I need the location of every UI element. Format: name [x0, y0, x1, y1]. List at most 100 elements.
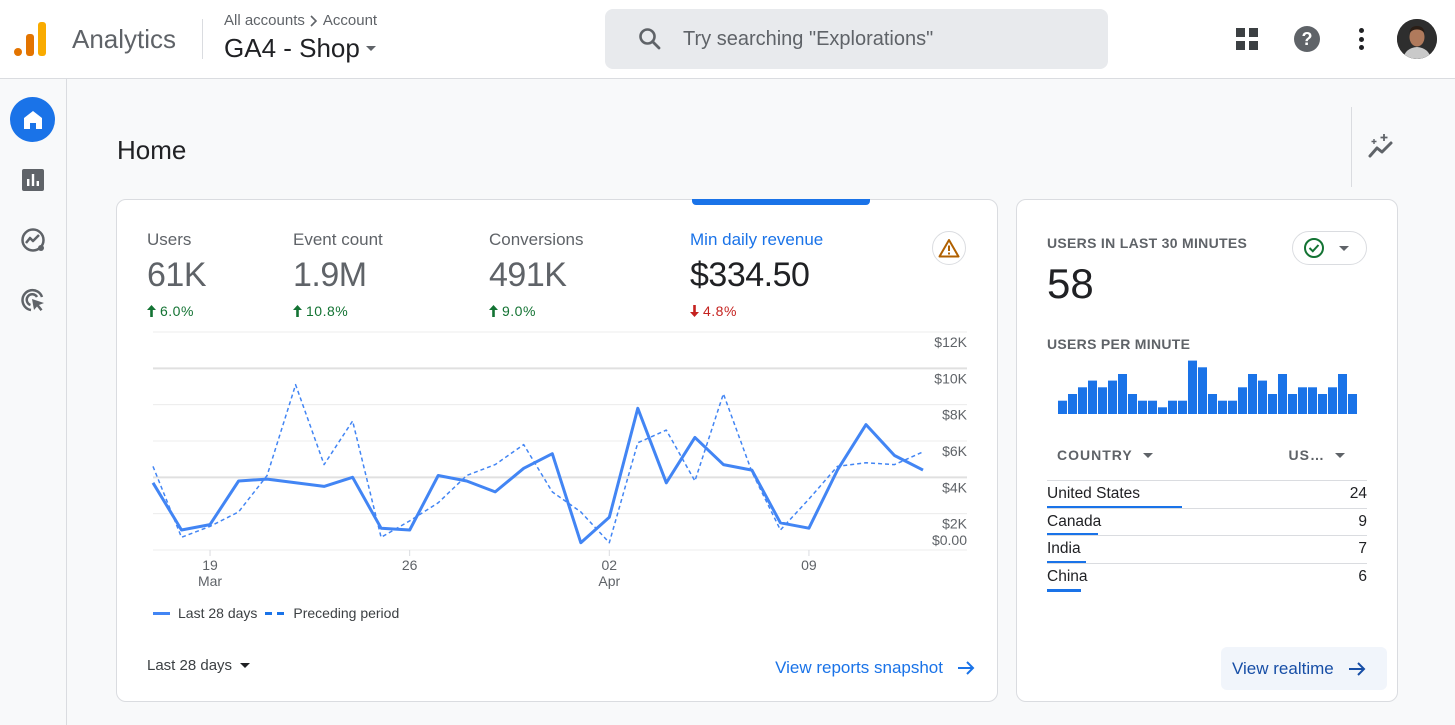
nav-explore[interactable] [10, 217, 55, 262]
users-per-minute-bar[interactable] [1138, 400, 1147, 414]
users-per-minute-bar[interactable] [1208, 394, 1217, 414]
view-reports-snapshot-link[interactable]: View reports snapshot [775, 658, 975, 678]
breadcrumb-account[interactable]: Account [323, 12, 377, 29]
users-per-minute-bar[interactable] [1308, 387, 1317, 414]
search-bar[interactable]: Try searching "Explorations" [605, 9, 1108, 69]
users-per-minute-bar[interactable] [1288, 394, 1297, 414]
arrow-right-icon [958, 661, 975, 675]
caret-down-icon [240, 663, 251, 668]
country-table: United States 24 Canada 9 India 7 China … [1047, 480, 1367, 592]
users-per-minute-bar[interactable] [1338, 374, 1347, 414]
users-per-minute-bar[interactable] [1158, 407, 1167, 414]
home-icon [23, 110, 42, 129]
series-line-last-28-days [151, 406, 924, 545]
country-users: 24 [1349, 485, 1367, 502]
top-bar: Analytics All accounts Account GA4 - Sho… [0, 0, 1455, 79]
legend-dashed-swatch [265, 611, 285, 615]
country-name: India [1047, 540, 1081, 558]
insights-divider [1351, 107, 1352, 187]
users-per-minute-bar[interactable] [1128, 394, 1137, 414]
country-users: 9 [1358, 512, 1367, 530]
realtime-status-button[interactable] [1292, 231, 1367, 265]
caret-down-icon [1339, 245, 1349, 251]
users-per-minute-bar[interactable] [1078, 387, 1087, 414]
users-per-minute-bar[interactable] [1298, 387, 1307, 414]
nav-reports[interactable] [10, 157, 55, 202]
x-tick-label: 26 [402, 557, 418, 573]
users-per-minute-bar[interactable] [1108, 380, 1117, 414]
users-per-minute-bar[interactable] [1088, 380, 1097, 414]
legend-solid-swatch [153, 611, 170, 615]
view-realtime-label: View realtime [1232, 658, 1334, 678]
users-per-minute-bar[interactable] [1248, 374, 1257, 414]
users-per-minute-bar[interactable] [1168, 400, 1177, 414]
legend-previous: Preceding period [293, 605, 400, 621]
series-line-preceding-period [152, 383, 924, 544]
users-per-minute-bar[interactable] [1148, 400, 1157, 414]
users-per-minute-chart [1058, 360, 1357, 414]
nav-advertising[interactable] [10, 277, 55, 322]
country-table-header: COUNTRY US… [1057, 447, 1357, 463]
y-tick-label: $0.00 [932, 532, 967, 548]
search-input[interactable]: Try searching "Explorations" [683, 28, 933, 51]
caret-down-icon [365, 46, 376, 51]
users-per-minute-bar[interactable] [1318, 394, 1327, 414]
app-name[interactable]: Analytics [72, 24, 176, 55]
y-tick-label: $8K [942, 407, 968, 423]
table-row[interactable]: United States 24 [1047, 480, 1367, 509]
users-per-minute-bar[interactable] [1348, 394, 1357, 414]
breadcrumb-all-accounts[interactable]: All accounts [224, 12, 305, 29]
more-vert-icon[interactable] [1358, 28, 1364, 50]
advertising-icon [20, 288, 44, 311]
breadcrumb[interactable]: All accounts Account [224, 12, 377, 29]
users-per-minute-bar[interactable] [1178, 400, 1187, 414]
date-range-selector[interactable]: Last 28 days [147, 657, 251, 674]
users-per-minute-bar[interactable] [1268, 394, 1277, 414]
users-per-minute-bar[interactable] [1328, 387, 1337, 414]
realtime-card: USERS IN LAST 30 MINUTES 58 USERS PER MI… [1016, 199, 1398, 702]
analytics-logo-icon[interactable] [14, 22, 50, 56]
date-range-label: Last 28 days [147, 657, 233, 674]
apps-grid-icon[interactable] [1236, 28, 1258, 50]
arrow-right-icon [1348, 661, 1366, 676]
users-column-header[interactable]: US… [1289, 447, 1345, 463]
country-name: United States [1047, 485, 1141, 502]
legend-current: Last 28 days [178, 605, 258, 621]
users-per-minute-bar[interactable] [1068, 394, 1077, 414]
x-tick-sublabel: Apr [598, 573, 620, 589]
property-selector[interactable]: GA4 - Shop [224, 33, 376, 64]
users-per-minute-bar[interactable] [1188, 360, 1197, 414]
help-icon[interactable]: ? [1294, 26, 1320, 52]
reports-icon [21, 168, 44, 191]
header-divider [202, 19, 203, 59]
realtime-title: USERS IN LAST 30 MINUTES [1047, 235, 1248, 251]
side-nav [0, 79, 67, 725]
y-tick-label: $4K [942, 479, 968, 495]
caret-down-icon [1335, 452, 1345, 458]
users-header-label: US… [1288, 447, 1325, 463]
x-tick-label: 19 [202, 557, 218, 573]
users-per-minute-bar[interactable] [1238, 387, 1247, 414]
users-per-minute-bar[interactable] [1278, 374, 1287, 414]
nav-home[interactable] [10, 97, 55, 142]
users-per-minute-bar[interactable] [1098, 387, 1107, 414]
insights-icon[interactable] [1366, 132, 1396, 162]
check-circle-icon [1304, 238, 1324, 258]
x-tick-label: 09 [801, 557, 817, 573]
users-per-minute-bar[interactable] [1118, 374, 1127, 414]
users-per-minute-bar[interactable] [1228, 400, 1237, 414]
x-tick-label: 02 [602, 557, 618, 573]
users-per-minute-bar[interactable] [1258, 380, 1267, 414]
users-per-minute-bar[interactable] [1198, 367, 1207, 414]
view-realtime-button[interactable]: View realtime [1221, 647, 1387, 690]
table-row[interactable]: India 7 [1047, 535, 1367, 565]
explore-icon [20, 227, 45, 252]
users-per-minute-bar[interactable] [1218, 400, 1227, 414]
country-name: China [1047, 568, 1088, 586]
users-per-minute-bar[interactable] [1058, 400, 1067, 414]
table-row[interactable]: China 6 [1047, 563, 1367, 592]
search-icon [639, 28, 661, 50]
table-row[interactable]: Canada 9 [1047, 507, 1367, 537]
line-chart: $0.00$2K $4K $6K $8K $10K $12K 19Mar 26 02Apr 09 [151, 331, 968, 589]
user-avatar[interactable] [1397, 19, 1437, 59]
